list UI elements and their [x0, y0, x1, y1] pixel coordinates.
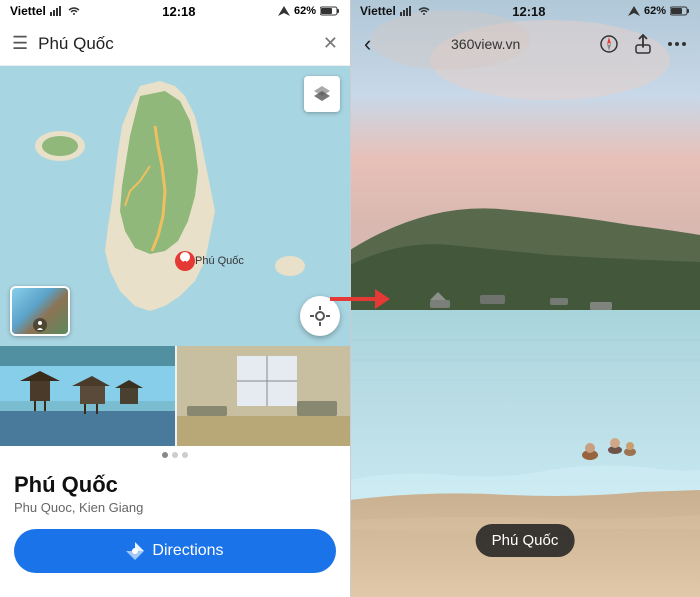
top-icons: [600, 34, 686, 54]
current-location-icon: [309, 305, 331, 327]
right-status-bar: Viettel 12:18 62%: [350, 0, 700, 22]
right-location-icon: [628, 6, 640, 16]
street-view-icon: [33, 318, 47, 332]
dot-1: [162, 452, 168, 458]
info-section: Phú Quốc Phu Quoc, Kien Giang: [0, 464, 350, 519]
share-icon[interactable]: [634, 34, 652, 54]
directions-label: Directions: [152, 542, 223, 560]
battery-icon: [320, 6, 340, 16]
directions-icon: [126, 542, 144, 560]
photos-row: [0, 346, 350, 446]
svg-text:Phú Quốc: Phú Quốc: [195, 255, 244, 267]
battery-pct: 62%: [294, 5, 316, 17]
map-area[interactable]: Phú Quốc: [0, 66, 350, 346]
back-button[interactable]: ‹: [364, 31, 371, 57]
photo-interior[interactable]: [177, 346, 350, 446]
wifi-icon: [68, 6, 80, 16]
place-subtitle: Phu Quoc, Kien Giang: [14, 500, 336, 515]
layers-icon: [312, 84, 332, 104]
interior-photo-svg: [177, 346, 350, 446]
photo-huts[interactable]: [0, 346, 175, 446]
street-view-thumb[interactable]: [10, 286, 70, 336]
more-icon[interactable]: [668, 40, 686, 48]
left-status-right: 62%: [278, 5, 340, 17]
right-time: 12:18: [512, 4, 545, 19]
right-top-bar: ‹ 360view.vn: [350, 22, 700, 66]
carrier-text: Viettel: [10, 4, 46, 18]
right-carrier: Viettel: [360, 4, 430, 18]
layer-button[interactable]: [304, 76, 340, 112]
directions-button[interactable]: Directions: [14, 529, 336, 573]
beach-svg: [350, 0, 700, 597]
red-arrow-svg: [330, 284, 390, 314]
signal-icon: [50, 6, 64, 16]
url-text: 360view.vn: [451, 36, 520, 52]
right-battery-area: 62%: [628, 5, 690, 17]
menu-button[interactable]: ☰: [12, 33, 28, 54]
dot-3: [182, 452, 188, 458]
location-arrow-icon: [278, 6, 290, 16]
place-name: Phú Quốc: [14, 472, 336, 498]
search-text[interactable]: Phú Quốc: [38, 34, 313, 54]
right-battery-icon: [670, 6, 690, 16]
left-status-bar: Viettel 12:18 62%: [0, 0, 350, 22]
right-panel: Viettel 12:18 62%: [350, 0, 700, 597]
right-wifi-icon: [418, 6, 430, 16]
arrow-container: [330, 284, 390, 314]
person-icon: [35, 320, 45, 330]
dots-indicator: [0, 446, 350, 464]
beach-photo: [350, 0, 700, 597]
huts-photo-svg: [0, 346, 175, 446]
right-signal-icon: [400, 6, 414, 16]
location-label: Phú Quốc: [476, 524, 575, 557]
left-time: 12:18: [162, 4, 195, 19]
close-button[interactable]: ✕: [323, 33, 338, 54]
search-bar: ☰ Phú Quốc ✕: [0, 22, 350, 66]
left-panel: Viettel 12:18 62%: [0, 0, 350, 597]
dot-2: [172, 452, 178, 458]
compass-icon[interactable]: [600, 35, 618, 53]
left-status-left: Viettel: [10, 4, 80, 18]
